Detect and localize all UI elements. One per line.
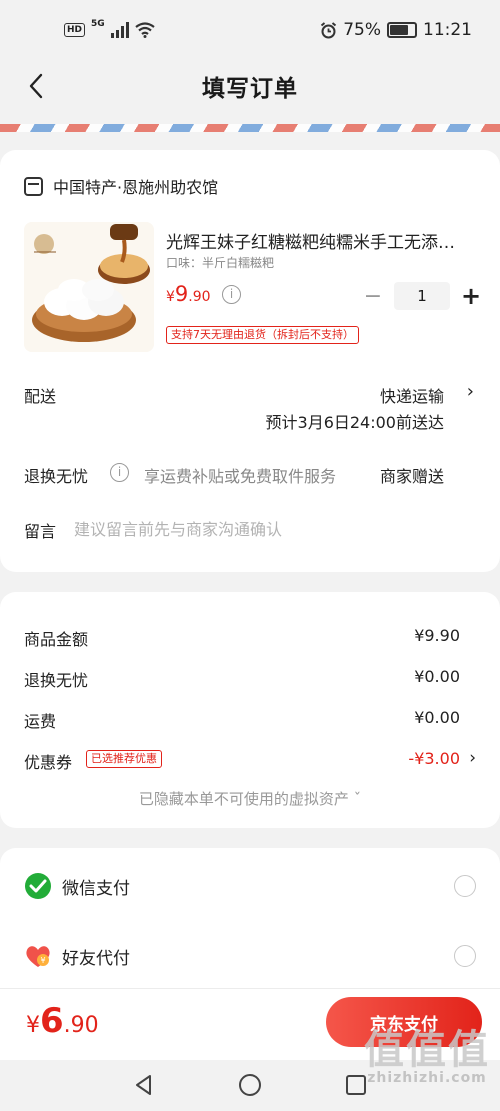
hd-icon: HD <box>64 23 86 37</box>
triangle-back-icon <box>136 1075 151 1095</box>
guarantee-description: 享运费补贴或免费取件服务 <box>144 467 337 486</box>
price-integer: 9 <box>174 282 189 306</box>
delivery-method[interactable]: 快递运输 <box>380 383 444 407</box>
total-decimal: .90 <box>63 1013 99 1038</box>
product-spec[interactable]: 口味：半斤白糯糍粑 <box>166 254 274 271</box>
price-info-icon[interactable]: i <box>222 285 241 304</box>
wechat-pay-icon <box>24 872 52 900</box>
watermark: 值值值 zhizhizhi.com <box>364 1030 490 1086</box>
delivery-label: 配送 <box>24 387 57 406</box>
price-decimal: .90 <box>188 289 211 305</box>
status-right: 75% 11:21 <box>320 20 472 40</box>
product-image[interactable] <box>24 222 154 352</box>
friend-pay-label: 好友代付 <box>62 948 130 969</box>
nav-home-button[interactable] <box>237 1072 263 1098</box>
friend-pay-radio[interactable] <box>454 945 476 967</box>
chevron-right-icon[interactable]: › <box>467 381 474 402</box>
shipping-fee-value: ¥0.00 <box>414 708 460 727</box>
back-button[interactable] <box>22 70 52 102</box>
shop-name: 中国特产·恩施州助农馆 <box>53 178 219 197</box>
goods-amount-label: 商品金额 <box>24 630 89 649</box>
friend-pay-icon: ¥ <box>24 942 52 970</box>
status-bar: HD 5G 75% 11:21 <box>0 0 500 60</box>
guarantee-label: 退换无忧 <box>24 467 89 486</box>
goods-amount-value: ¥9.90 <box>414 626 460 645</box>
coupon-label: 优惠券 <box>24 753 73 772</box>
battery-icon <box>387 22 417 38</box>
delivery-eta: 预计3月6日24:00前送达 <box>265 413 444 432</box>
payment-option-friend[interactable]: ¥ 好友代付 <box>24 936 476 976</box>
coupon-tag: 已选推荐优惠 <box>86 750 162 768</box>
shipping-fee-label: 运费 <box>24 712 57 731</box>
shop-icon <box>24 176 43 196</box>
product-price: ¥ 9 .90 <box>166 282 211 306</box>
airmail-divider <box>0 124 500 132</box>
return-policy-tag: 支持7天无理由退货（拆封后不支持） <box>166 326 359 344</box>
total-integer: 6 <box>40 1001 64 1041</box>
quantity-plus-button[interactable]: + <box>460 282 482 310</box>
wifi-icon <box>134 22 155 38</box>
network-type: 5G <box>91 19 105 29</box>
order-card: 中国特产·恩施州助农馆 光辉王妹子红糖糍粑纯糯米手工无添… 口味：半斤白糯糍粑 … <box>0 150 500 572</box>
wechat-pay-label: 微信支付 <box>62 878 130 899</box>
alarm-icon <box>321 21 337 38</box>
clock: 11:21 <box>423 20 472 40</box>
coupon-value[interactable]: -¥3.00 <box>408 749 460 768</box>
shop-row[interactable]: 中国特产·恩施州助农馆 <box>24 174 218 198</box>
guarantee-fee-value: ¥0.00 <box>414 667 460 686</box>
coupon-chevron-right-icon[interactable]: › <box>469 748 476 768</box>
page-header: 填写订单 <box>0 60 500 112</box>
wechat-pay-radio[interactable] <box>454 875 476 897</box>
page-title: 填写订单 <box>202 76 298 102</box>
price-summary-card: 商品金额 ¥9.90 退换无忧 ¥0.00 运费 ¥0.00 优惠券 已选推荐优… <box>0 592 500 828</box>
battery-percent: 75% <box>343 20 381 40</box>
watermark-url: zhizhizhi.com <box>367 1070 487 1086</box>
product-title[interactable]: 光辉王妹子红糖糍粑纯糯米手工无添… <box>166 228 476 253</box>
product-photo-icon <box>24 222 154 352</box>
status-left: HD 5G <box>64 19 155 38</box>
hidden-assets-toggle[interactable]: 已隐藏本单不可使用的虚拟资产 ˇ <box>0 788 500 809</box>
remark-input[interactable] <box>74 516 454 542</box>
quantity-minus-button[interactable]: − <box>362 284 384 309</box>
payment-method-card: 微信支付 ¥ 好友代付 <box>0 848 500 1008</box>
circle-home-icon <box>239 1074 261 1096</box>
nav-back-button[interactable] <box>131 1072 157 1098</box>
payment-option-wechat[interactable]: 微信支付 <box>24 866 476 906</box>
quantity-value[interactable]: 1 <box>394 282 450 310</box>
battery-level <box>390 25 408 35</box>
remark-label: 留言 <box>24 522 57 541</box>
total-currency: ¥ <box>26 1013 40 1038</box>
svg-text:¥: ¥ <box>40 956 45 965</box>
guarantee-value: 商家赠送 <box>379 467 444 486</box>
guarantee-fee-label: 退换无忧 <box>24 671 89 690</box>
total-price: ¥ 6 .90 <box>26 1001 99 1041</box>
quantity-stepper: − 1 + <box>362 282 482 310</box>
price-currency: ¥ <box>166 289 175 305</box>
chevron-left-icon <box>29 73 43 99</box>
signal-icon <box>110 22 129 38</box>
watermark-logo: 值值值 <box>364 1027 490 1073</box>
guarantee-info-icon[interactable]: i <box>110 463 129 482</box>
